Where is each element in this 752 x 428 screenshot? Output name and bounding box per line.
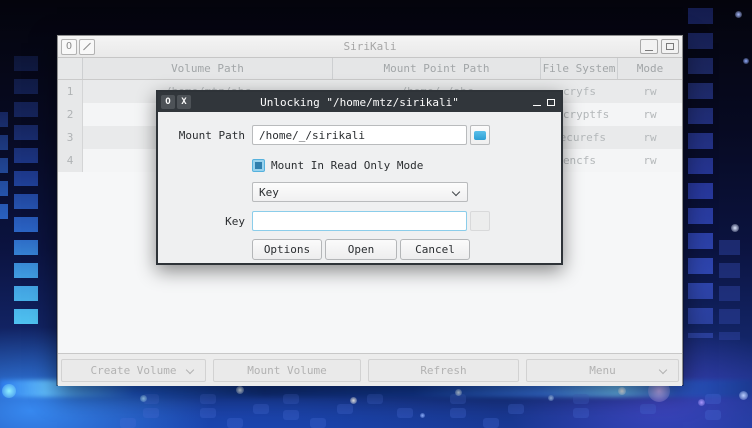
mount-volume-label: Mount Volume [247, 363, 327, 377]
cell-mode[interactable]: rw [618, 103, 682, 126]
wallpaper-cell [483, 418, 499, 428]
wallpaper-led-strip [14, 56, 38, 324]
wallpaper-glow-dot [739, 391, 748, 400]
resize-arrow-icon[interactable] [79, 38, 95, 55]
menu-button[interactable]: Menu [526, 358, 679, 382]
cell-mode[interactable]: rw [618, 80, 682, 103]
row-number: 3 [58, 126, 83, 149]
wallpaper-cell [200, 408, 216, 418]
column-header-volume-path[interactable]: Volume Path [83, 58, 333, 79]
wallpaper-cell [310, 418, 326, 428]
unlock-dialog: O X Unlocking "/home/mtz/sirikali" Mount… [156, 90, 563, 265]
wallpaper-cell [640, 404, 656, 414]
drive-icon [474, 130, 486, 140]
row-number: 4 [58, 149, 83, 172]
row-number: 2 [58, 103, 83, 126]
wallpaper-glow-dot [2, 384, 16, 398]
dialog-minimize-button[interactable] [533, 99, 541, 106]
wallpaper-cell [120, 418, 136, 428]
wallpaper-cell [705, 410, 721, 420]
wallpaper-cell [573, 408, 589, 418]
cell-mode[interactable]: rw [618, 126, 682, 149]
wallpaper-cell [397, 408, 413, 418]
window-title: SiriKali [343, 40, 397, 53]
wallpaper-led-strip [688, 8, 713, 338]
cancel-button[interactable]: Cancel [400, 239, 470, 260]
wallpaper-glow-dot [698, 399, 705, 406]
column-header-mount-point-path[interactable]: Mount Point Path [333, 58, 541, 79]
row-number: 1 [58, 80, 83, 103]
wallpaper-glow-dot [420, 413, 425, 418]
column-header-mode[interactable]: Mode [618, 58, 682, 79]
wallpaper-cell [450, 408, 466, 418]
wallpaper-cell [227, 418, 243, 428]
column-header-file-system[interactable]: File System [541, 58, 618, 79]
key-type-selected: Key [259, 185, 279, 199]
dialog-titlebar[interactable]: O X Unlocking "/home/mtz/sirikali" [158, 92, 561, 112]
wallpaper-glow-dot [735, 11, 742, 18]
dialog-body: Mount Path Mount In Read Only Mode Key K… [158, 112, 561, 263]
wallpaper-cell [200, 394, 216, 404]
wallpaper-glow-dot [140, 395, 147, 402]
wallpaper-glow-dot [236, 386, 244, 394]
read-only-label: Mount In Read Only Mode [271, 158, 424, 172]
minimize-button[interactable] [640, 39, 658, 54]
wallpaper-cell [283, 410, 299, 420]
key-type-combobox[interactable]: Key [252, 182, 468, 202]
refresh-button[interactable]: Refresh [368, 358, 519, 382]
browse-folder-button[interactable] [470, 125, 490, 145]
wallpaper-cell [705, 394, 721, 404]
read-only-checkbox[interactable] [252, 158, 265, 172]
wallpaper-cell [283, 394, 299, 404]
dialog-title: Unlocking "/home/mtz/sirikali" [260, 95, 459, 109]
dialog-menu-icon[interactable]: O [161, 95, 175, 109]
refresh-label: Refresh [420, 363, 467, 377]
wallpaper-glow-dot [743, 58, 749, 64]
create-volume-button[interactable]: Create Volume [61, 358, 206, 382]
wallpaper-cell [143, 408, 159, 418]
wallpaper-cell [573, 394, 589, 404]
chevron-down-icon [658, 365, 668, 374]
table-header-row: Volume Path Mount Point Path File System… [58, 58, 682, 80]
chevron-down-icon [451, 187, 461, 197]
wallpaper-glow-dot [731, 224, 739, 232]
chevron-down-icon [185, 365, 195, 374]
wallpaper-glow-dot [455, 389, 462, 396]
close-icon[interactable]: X [177, 95, 191, 109]
wallpaper-cell [508, 404, 524, 414]
mount-path-input[interactable] [252, 125, 467, 145]
wallpaper-led-strip [0, 112, 8, 222]
wallpaper-glow-dot [350, 397, 357, 404]
wallpaper-cell [253, 404, 269, 414]
mount-volume-button[interactable]: Mount Volume [213, 358, 361, 382]
create-volume-label: Create Volume [90, 363, 177, 377]
dialog-maximize-button[interactable] [547, 98, 555, 106]
options-button[interactable]: Options [252, 239, 322, 260]
menu-label: Menu [589, 363, 616, 377]
key-label: Key [225, 214, 245, 228]
wallpaper-glow-dot [548, 395, 554, 401]
cell-mode[interactable]: rw [618, 149, 682, 172]
wallpaper-cell [367, 394, 383, 404]
mount-path-label: Mount Path [178, 128, 245, 142]
main-titlebar[interactable]: O SiriKali [58, 36, 682, 58]
wallpaper-glow-dot [618, 387, 626, 395]
footer-button-bar: Create Volume Mount Volume Refresh Menu [58, 353, 682, 386]
key-input[interactable] [252, 211, 467, 231]
key-visibility-button[interactable] [470, 211, 490, 231]
wallpaper-cell [337, 404, 353, 414]
wallpaper-led-strip [719, 240, 740, 340]
row-number-header [58, 58, 83, 79]
maximize-button[interactable] [661, 39, 679, 54]
open-button[interactable]: Open [325, 239, 397, 260]
app-icon[interactable]: O [61, 38, 77, 55]
